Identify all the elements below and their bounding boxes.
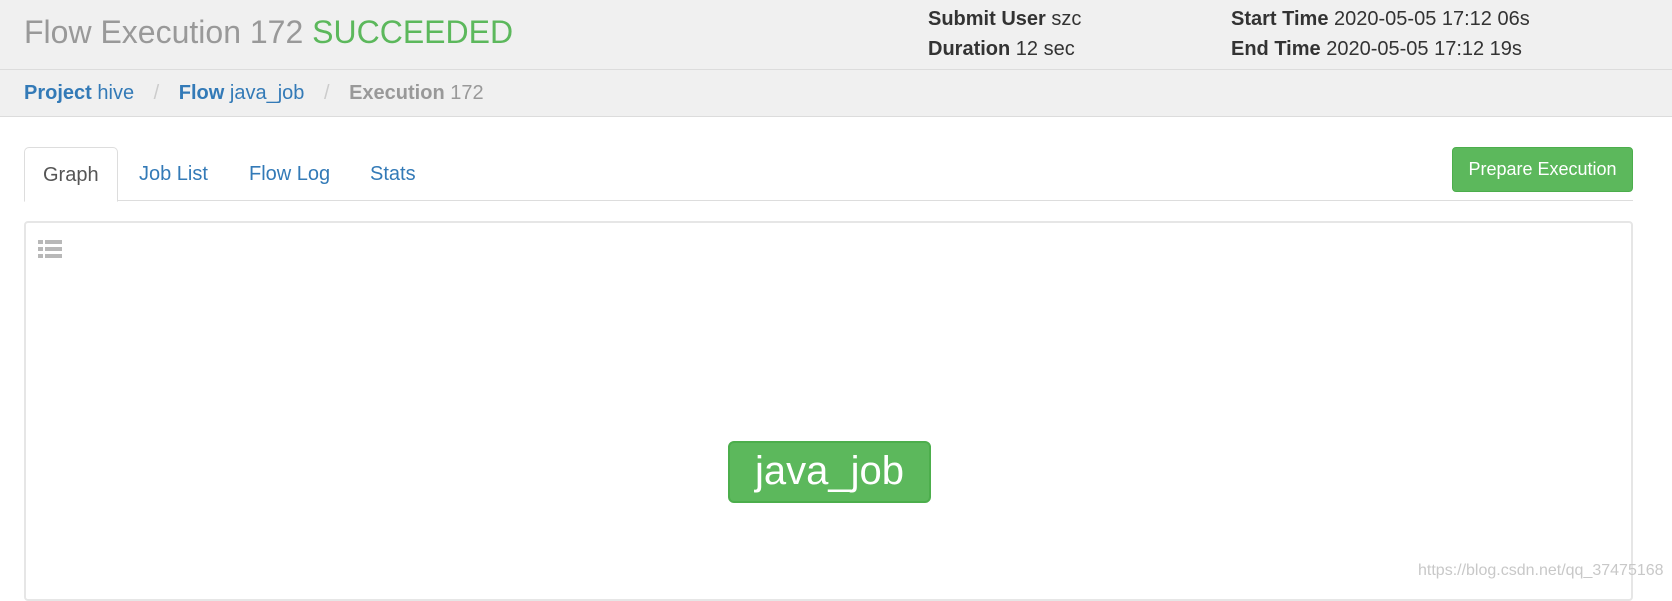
breadcrumb-flow-link[interactable]: Flow java_job: [179, 70, 305, 117]
execution-header: Flow Execution 172 SUCCEEDED Submit User…: [0, 0, 1672, 70]
meta-times: Start Time 2020-05-05 17:12 06s End Time…: [1231, 4, 1530, 64]
breadcrumb-project-value: hive: [97, 82, 135, 104]
prepare-execution-button[interactable]: Prepare Execution: [1452, 147, 1633, 192]
duration-label: Duration: [928, 38, 1011, 60]
breadcrumb-project-link[interactable]: Project hive: [24, 70, 134, 117]
start-time-value: 2020-05-05 17:12 06s: [1334, 8, 1530, 30]
breadcrumb: Project hive / Flow java_job / Execution…: [0, 70, 1672, 117]
tab-graph[interactable]: Graph: [24, 147, 118, 202]
breadcrumb-project-key: Project: [24, 82, 92, 104]
graph-panel: java_job: [24, 221, 1633, 601]
job-node-java-job[interactable]: java_job: [728, 441, 931, 503]
breadcrumb-separator: /: [323, 82, 330, 104]
meta-user-duration: Submit User szc Duration 12 sec: [928, 4, 1081, 64]
end-time-label: End Time: [1231, 38, 1321, 60]
watermark: https://blog.csdn.net/qq_37475168: [1418, 562, 1664, 579]
start-time-label: Start Time: [1231, 8, 1329, 30]
tab-flow-log[interactable]: Flow Log: [249, 147, 330, 201]
end-time-row: End Time 2020-05-05 17:12 19s: [1231, 34, 1530, 64]
breadcrumb-execution-key: Execution: [349, 82, 445, 104]
submit-user-row: Submit User szc: [928, 4, 1081, 34]
breadcrumb-flow-key: Flow: [178, 82, 225, 104]
breadcrumb-flow-value: java_job: [229, 82, 305, 104]
end-time-value: 2020-05-05 17:12 19s: [1326, 38, 1522, 60]
execution-tabs: Graph Job List Flow Log Stats: [24, 147, 1633, 202]
duration-row: Duration 12 sec: [928, 34, 1081, 64]
page-title: Flow Execution 172 SUCCEEDED: [24, 13, 513, 51]
start-time-row: Start Time 2020-05-05 17:12 06s: [1231, 4, 1530, 34]
flow-execution-title: Flow Execution 172: [24, 14, 304, 50]
submit-user-value: szc: [1051, 8, 1082, 30]
breadcrumb-execution-value: 172: [450, 82, 484, 104]
breadcrumb-separator: /: [153, 82, 160, 104]
submit-user-label: Submit User: [928, 8, 1046, 30]
tab-stats[interactable]: Stats: [370, 147, 416, 201]
breadcrumb-execution: Execution 172: [349, 70, 484, 117]
execution-status: SUCCEEDED: [312, 14, 514, 50]
tab-job-list[interactable]: Job List: [139, 147, 208, 201]
list-icon[interactable]: [38, 239, 62, 259]
duration-value: 12 sec: [1015, 38, 1075, 60]
